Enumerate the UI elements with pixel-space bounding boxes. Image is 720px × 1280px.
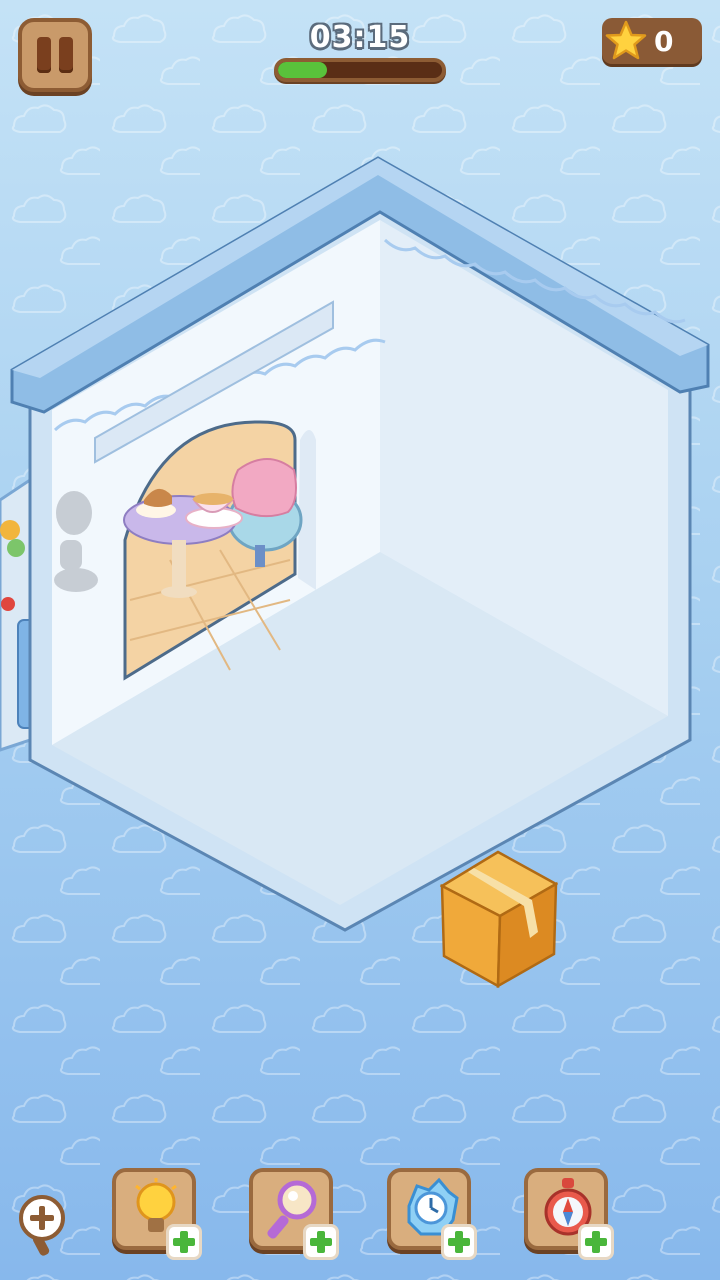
pause-button[interactable] xyxy=(18,18,92,92)
pause-icon-bar xyxy=(59,37,73,73)
compass-button[interactable] xyxy=(524,1168,614,1260)
pause-icon xyxy=(37,37,51,73)
timer-text: 03:15 xyxy=(309,20,411,55)
add-magnifier-plus-icon xyxy=(303,1224,339,1260)
hint-lightbulb-button[interactable] xyxy=(112,1168,202,1260)
bottom-toolbar xyxy=(0,1160,720,1260)
add-freeze-plus-icon xyxy=(441,1224,477,1260)
timer-progress-bar xyxy=(274,58,446,82)
star-icon xyxy=(605,20,647,60)
star-count: 0 xyxy=(654,24,674,58)
magnifier-button[interactable] xyxy=(249,1168,339,1260)
cardboard-box[interactable] xyxy=(439,848,559,989)
freeze-time-button[interactable] xyxy=(387,1168,477,1260)
timer-progress-fill xyxy=(278,62,328,78)
star-counter: 0 xyxy=(602,18,702,64)
add-compass-plus-icon xyxy=(578,1224,614,1260)
add-hint-plus-icon xyxy=(166,1224,202,1260)
room-scene xyxy=(0,156,710,932)
zoom-in-button[interactable] xyxy=(18,1194,68,1260)
box-icon xyxy=(439,850,559,989)
